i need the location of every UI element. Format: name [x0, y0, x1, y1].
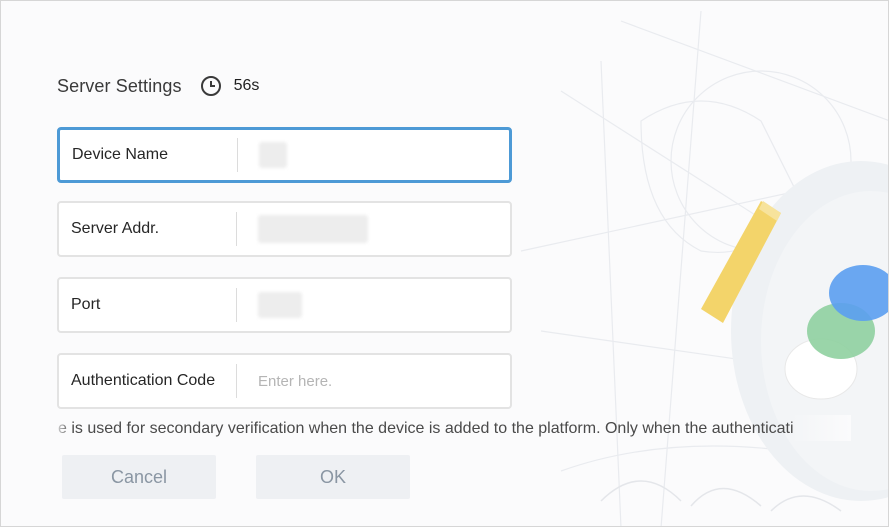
server-address-value[interactable]	[237, 203, 510, 255]
authentication-code-input[interactable]	[258, 372, 458, 390]
server-address-field[interactable]: Server Addr.	[57, 201, 512, 257]
countdown-timer: 56s	[233, 77, 260, 94]
port-blurred-value	[258, 292, 302, 318]
cancel-button[interactable]: Cancel	[62, 455, 216, 499]
ok-button[interactable]: OK	[256, 455, 410, 499]
device-name-value[interactable]	[238, 130, 509, 180]
device-name-field[interactable]: Device Name	[57, 127, 512, 183]
hint-fade-right	[791, 415, 851, 441]
authentication-code-value[interactable]	[237, 355, 510, 407]
clock-icon	[200, 76, 221, 96]
device-name-label: Device Name	[72, 146, 169, 163]
device-name-blurred-value	[259, 142, 287, 168]
hint-fade-left	[53, 415, 71, 441]
server-address-label: Server Addr.	[71, 220, 160, 237]
authentication-code-field[interactable]: Authentication Code	[57, 353, 512, 409]
dialog-title: Server Settings	[57, 75, 182, 96]
port-label: Port	[71, 296, 101, 313]
hint-text: e is used for secondary verification whe…	[58, 420, 794, 437]
server-settings-dialog: Server Settings 56s Device Name Server A…	[0, 0, 889, 527]
port-value[interactable]	[237, 279, 510, 331]
server-address-blurred-value	[258, 215, 368, 243]
port-field[interactable]: Port	[57, 277, 512, 333]
dialog-header: Server Settings 56s	[57, 75, 259, 97]
authentication-code-label: Authentication Code	[71, 372, 216, 389]
